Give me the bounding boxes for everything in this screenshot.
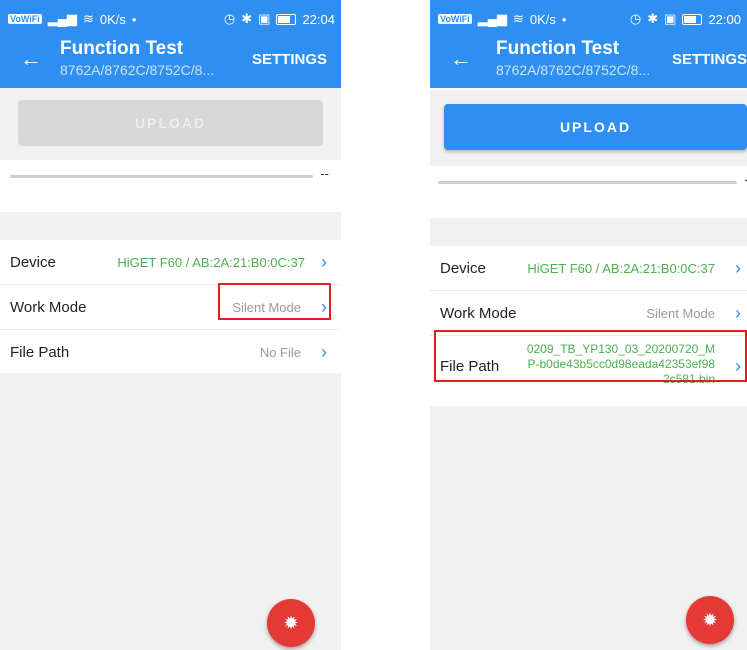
file-path-label: File Path xyxy=(10,343,70,361)
gear-icon: ✹ xyxy=(283,612,299,633)
battery-icon xyxy=(682,13,703,25)
settings-fab[interactable]: ✹ xyxy=(267,599,315,647)
signal-icon: ▂▄▆ xyxy=(477,11,507,26)
work-mode-label: Work Mode xyxy=(440,304,517,322)
status-bar: VoWiFi ▂▄▆ ≋ 0K/s • ◷ ✱ ▣ 22:00 xyxy=(438,10,741,28)
page-subtitle: 8762A/8762C/8752C/8... xyxy=(60,62,215,78)
file-path-value: No File xyxy=(259,344,301,360)
progress-bar xyxy=(438,181,737,184)
progress-text: -- xyxy=(320,166,329,181)
file-path-row[interactable]: File Path No File › xyxy=(0,330,341,374)
alarm-icon: ◷ xyxy=(629,11,642,26)
progress-row: -- xyxy=(0,160,341,212)
settings-fab[interactable]: ✹ xyxy=(686,596,734,644)
chevron-right-icon: › xyxy=(735,302,741,323)
gear-icon: ✹ xyxy=(702,609,718,630)
device-row[interactable]: Device HiGET F60 / AB:2A:21:B0:0C:37 › xyxy=(430,246,747,291)
chevron-right-icon: › xyxy=(321,251,327,272)
bluetooth-icon: ✱ xyxy=(647,11,659,26)
page-title: Function Test xyxy=(496,38,620,59)
progress-bar xyxy=(10,175,313,178)
signal-icon: ▂▄▆ xyxy=(47,11,77,26)
left-phone-screen: VoWiFi ▂▄▆ ≋ 0K/s • ◷ ✱ ▣ 22:04 ← Functi… xyxy=(0,0,341,650)
settings-button[interactable]: SETTINGS xyxy=(672,51,747,68)
upload-button[interactable]: UPLOAD xyxy=(18,100,323,146)
highlight-box xyxy=(218,283,331,320)
battery-icon xyxy=(276,13,297,25)
back-arrow-icon[interactable]: ← xyxy=(450,48,472,70)
dot-icon: • xyxy=(561,11,567,27)
bluetooth-icon: ✱ xyxy=(241,11,253,26)
chevron-right-icon: › xyxy=(321,341,327,362)
work-mode-label: Work Mode xyxy=(10,298,87,316)
highlight-box xyxy=(434,330,747,382)
wifi-icon: ≋ xyxy=(512,11,524,26)
alarm-icon: ◷ xyxy=(223,11,236,26)
wifi-icon: ≋ xyxy=(82,11,94,26)
app-bar: VoWiFi ▂▄▆ ≋ 0K/s • ◷ ✱ ▣ 22:04 ← Functi… xyxy=(0,0,341,88)
network-speed: 0K/s xyxy=(99,11,126,27)
upload-area: UPLOAD xyxy=(430,90,747,166)
device-label: Device xyxy=(440,259,486,277)
network-speed: 0K/s xyxy=(529,11,556,27)
upload-button[interactable]: UPLOAD xyxy=(444,104,747,150)
work-mode-value: Silent Mode xyxy=(646,305,715,321)
volte-icon: VoWiFi xyxy=(8,14,42,24)
device-value: HiGET F60 / AB:2A:21:B0:0C:37 xyxy=(117,254,305,270)
right-phone-screen: VoWiFi ▂▄▆ ≋ 0K/s • ◷ ✱ ▣ 22:00 ← Functi… xyxy=(430,0,747,650)
progress-row: -- xyxy=(430,166,747,218)
settings-button[interactable]: SETTINGS xyxy=(252,51,327,68)
back-arrow-icon[interactable]: ← xyxy=(20,48,42,70)
status-time: 22:00 xyxy=(708,11,741,27)
section-divider xyxy=(0,212,341,240)
app-bar: VoWiFi ▂▄▆ ≋ 0K/s • ◷ ✱ ▣ 22:00 ← Functi… xyxy=(430,0,747,88)
page-title: Function Test xyxy=(60,38,184,59)
volte-icon: VoWiFi xyxy=(438,14,472,24)
device-value: HiGET F60 / AB:2A:21:B0:0C:37 xyxy=(527,260,715,276)
status-time: 22:04 xyxy=(302,11,335,27)
page-subtitle: 8762A/8762C/8752C/8... xyxy=(496,62,651,78)
upload-area: UPLOAD xyxy=(0,88,341,160)
section-divider xyxy=(430,218,747,246)
status-bar: VoWiFi ▂▄▆ ≋ 0K/s • ◷ ✱ ▣ 22:04 xyxy=(8,10,335,28)
dot-icon: • xyxy=(131,11,137,27)
device-row[interactable]: Device HiGET F60 / AB:2A:21:B0:0C:37 › xyxy=(0,240,341,285)
nfc-icon: ▣ xyxy=(258,11,271,26)
nfc-icon: ▣ xyxy=(664,11,677,26)
chevron-right-icon: › xyxy=(735,257,741,278)
device-label: Device xyxy=(10,253,56,271)
